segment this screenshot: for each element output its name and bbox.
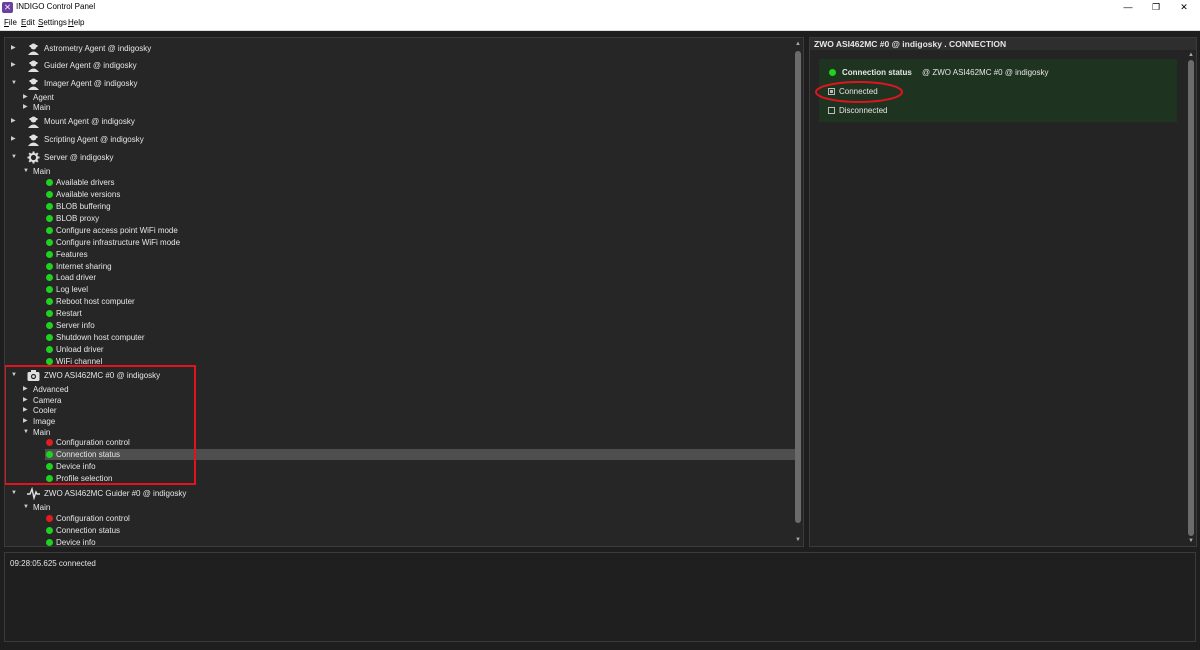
scroll-down-icon[interactable]: ▼ <box>794 537 802 543</box>
expand-arrow-icon[interactable]: ▶ <box>11 43 16 54</box>
tree-item-label: Imager Agent @ indigosky <box>44 79 138 88</box>
expand-arrow-icon[interactable]: ▶ <box>11 60 16 71</box>
minimize-button[interactable]: — <box>1114 0 1142 15</box>
menu-settings-label: ettings <box>43 18 67 27</box>
maximize-button[interactable]: ❐ <box>1142 0 1170 15</box>
tree-property-label: Load driver <box>56 273 97 282</box>
tree-property-label: Restart <box>56 309 82 318</box>
detail-scrollbar[interactable]: ▲ ▼ <box>1187 52 1195 544</box>
status-dot-ok <box>46 203 53 210</box>
menu-settings[interactable]: Settings <box>38 18 67 27</box>
status-dot-ok <box>46 179 53 186</box>
tree-scrollbar[interactable]: ▲ ▼ <box>794 41 802 543</box>
log-line: 09:28:05.625 connected <box>10 559 96 568</box>
property-label: Connection status <box>842 68 912 77</box>
property-device: @ ZWO ASI462MC #0 @ indigosky <box>922 68 1049 77</box>
menu-file-label: ile <box>8 18 17 27</box>
tree-item-label: Astrometry Agent @ indigosky <box>44 44 152 53</box>
agent-icon <box>28 116 39 128</box>
collapse-arrow-icon[interactable]: ▼ <box>11 488 17 499</box>
scrollbar-thumb[interactable] <box>1188 60 1194 536</box>
tree-item-label: Guider Agent @ indigosky <box>44 61 137 70</box>
property-tree: ▶ Astrometry Agent @ indigosky ▶ Guider … <box>4 37 804 547</box>
log-panel: 09:28:05.625 connected <box>4 552 1196 642</box>
menu-bar: File Edit Settings Help <box>0 15 1200 31</box>
indigo-app-icon: ⨯ <box>2 2 13 13</box>
menu-help[interactable]: Help <box>68 18 84 27</box>
property-detail-panel: ZWO ASI462MC #0 @ indigosky . CONNECTION… <box>809 37 1197 547</box>
status-dot-ok <box>46 310 53 317</box>
tree-item-label: Server @ indigosky <box>44 153 114 162</box>
tree-property-label: Available drivers <box>56 178 115 187</box>
status-dot-ok <box>46 298 53 305</box>
status-dot-ok <box>46 215 53 222</box>
status-dot-ok <box>46 286 53 293</box>
window-title: INDIGO Control Panel <box>16 2 96 11</box>
disconnected-checkbox[interactable] <box>828 107 835 114</box>
tree-property-label: Device info <box>56 538 96 547</box>
annotation-ellipse <box>815 81 903 103</box>
status-dot-ok <box>46 239 53 246</box>
tree-property-label: Log level <box>56 285 89 294</box>
tree-item-label: Scripting Agent @ indigosky <box>44 135 144 144</box>
agent-icon <box>28 78 39 90</box>
tree-item-label: ZWO ASI462MC Guider #0 @ indigosky <box>44 489 187 498</box>
tree-property-label: Shutdown host computer <box>56 333 145 342</box>
scrollbar-thumb[interactable] <box>795 51 801 523</box>
title-bar: ⨯ INDIGO Control Panel — ❐ ✕ <box>0 0 1200 15</box>
menu-help-label: elp <box>73 18 85 27</box>
collapse-arrow-icon[interactable]: ▼ <box>11 152 17 163</box>
agent-icon <box>28 43 39 55</box>
collapse-arrow-icon[interactable]: ▼ <box>11 78 17 89</box>
gear-icon <box>27 151 40 164</box>
status-dot-ok <box>46 539 53 546</box>
status-dot-ok <box>46 191 53 198</box>
tree-group-label: Main <box>33 503 51 512</box>
tree-group-label: Main <box>33 103 51 112</box>
tree-item-label: Mount Agent @ indigosky <box>44 117 135 126</box>
agent-icon <box>28 60 39 72</box>
tree-group-label: Main <box>33 167 51 176</box>
menu-file[interactable]: File <box>4 18 17 27</box>
collapse-arrow-icon[interactable]: ▼ <box>23 166 29 177</box>
status-dot-ok <box>46 251 53 258</box>
tree-property-label: Configuration control <box>56 514 130 523</box>
scroll-up-icon[interactable]: ▲ <box>1187 52 1195 58</box>
tree-property-label: Available versions <box>56 190 121 199</box>
status-dot-ok <box>46 227 53 234</box>
tree-property-label: Reboot host computer <box>56 297 135 306</box>
tree-property-label: Connection status <box>56 526 121 535</box>
tree-property-label: Configure infrastructure WiFi mode <box>56 238 181 247</box>
status-dot-ok <box>46 263 53 270</box>
status-dot-ok <box>46 527 53 534</box>
tree-property-label: Internet sharing <box>56 262 112 271</box>
panel-header: ZWO ASI462MC #0 @ indigosky . CONNECTION <box>810 38 1196 50</box>
status-dot-ok <box>46 334 53 341</box>
tree-property-label: Unload driver <box>56 345 104 354</box>
tree-property-label: Configure access point WiFi mode <box>56 226 178 235</box>
menu-edit[interactable]: Edit <box>21 18 35 27</box>
tree-property-label: Server info <box>56 321 95 330</box>
expand-arrow-icon[interactable]: ▶ <box>23 102 28 113</box>
expand-arrow-icon[interactable]: ▶ <box>11 134 16 145</box>
status-dot-ok <box>829 69 836 76</box>
status-dot-ok <box>46 322 53 329</box>
status-dot-ok <box>46 346 53 353</box>
tree-property-label: BLOB proxy <box>56 214 100 223</box>
tree-property-label: BLOB buffering <box>56 202 111 211</box>
expand-arrow-icon[interactable]: ▶ <box>11 116 16 127</box>
collapse-arrow-icon[interactable]: ▼ <box>23 502 29 513</box>
scroll-down-icon[interactable]: ▼ <box>1187 538 1195 544</box>
status-dot-ok <box>46 274 53 281</box>
option-label: Disconnected <box>839 106 888 115</box>
annotation-highlight-box <box>5 365 196 485</box>
pulse-icon <box>27 487 40 500</box>
close-button[interactable]: ✕ <box>1170 0 1198 15</box>
status-dot-alert <box>46 515 53 522</box>
menu-edit-label: dit <box>26 18 35 27</box>
agent-icon <box>28 134 39 146</box>
scroll-up-icon[interactable]: ▲ <box>794 41 802 47</box>
status-dot-ok <box>46 358 53 365</box>
tree-property-label: Features <box>56 250 88 259</box>
